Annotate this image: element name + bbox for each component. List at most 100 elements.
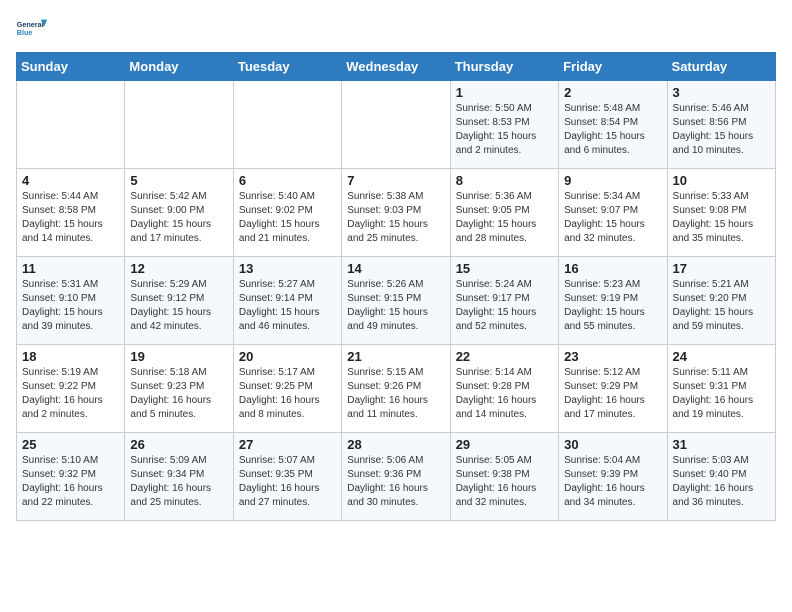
day-number: 22 bbox=[456, 349, 553, 364]
day-info: Sunrise: 5:48 AM Sunset: 8:54 PM Dayligh… bbox=[564, 102, 661, 158]
day-cell: 30 Sunrise: 5:04 AM Sunset: 9:39 PM Dayli… bbox=[559, 433, 667, 521]
day-info: Sunrise: 5:50 AM Sunset: 8:53 PM Dayligh… bbox=[456, 102, 553, 158]
day-cell: 1 Sunrise: 5:50 AM Sunset: 8:53 PM Daylig… bbox=[450, 81, 558, 169]
day-info: Sunrise: 5:46 AM Sunset: 8:56 PM Dayligh… bbox=[673, 102, 770, 158]
day-number: 23 bbox=[564, 349, 661, 364]
day-cell: 18 Sunrise: 5:19 AM Sunset: 9:22 PM Dayli… bbox=[17, 345, 125, 433]
day-info: Sunrise: 5:17 AM Sunset: 9:25 PM Dayligh… bbox=[239, 366, 336, 422]
day-number: 14 bbox=[347, 261, 444, 276]
week-row-1: 1 Sunrise: 5:50 AM Sunset: 8:53 PM Daylig… bbox=[17, 81, 776, 169]
day-cell: 12 Sunrise: 5:29 AM Sunset: 9:12 PM Dayli… bbox=[125, 257, 233, 345]
day-cell: 13 Sunrise: 5:27 AM Sunset: 9:14 PM Dayli… bbox=[233, 257, 341, 345]
day-cell: 4Sunrise: 5:44 AM Sunset: 8:58 PM Daylig… bbox=[17, 169, 125, 257]
day-info: Sunrise: 5:14 AM Sunset: 9:28 PM Dayligh… bbox=[456, 366, 553, 422]
day-cell: 28 Sunrise: 5:06 AM Sunset: 9:36 PM Dayli… bbox=[342, 433, 450, 521]
day-cell bbox=[125, 81, 233, 169]
day-number: 7 bbox=[347, 173, 444, 188]
day-cell: 6 Sunrise: 5:40 AM Sunset: 9:02 PM Daylig… bbox=[233, 169, 341, 257]
week-row-4: 18 Sunrise: 5:19 AM Sunset: 9:22 PM Dayli… bbox=[17, 345, 776, 433]
day-cell: 19Sunrise: 5:18 AM Sunset: 9:23 PM Dayli… bbox=[125, 345, 233, 433]
day-info: Sunrise: 5:23 AM Sunset: 9:19 PM Dayligh… bbox=[564, 278, 661, 334]
day-cell: 7Sunrise: 5:38 AM Sunset: 9:03 PM Daylig… bbox=[342, 169, 450, 257]
day-cell: 9Sunrise: 5:34 AM Sunset: 9:07 PM Daylig… bbox=[559, 169, 667, 257]
day-number: 12 bbox=[130, 261, 227, 276]
day-info: Sunrise: 5:07 AM Sunset: 9:35 PM Dayligh… bbox=[239, 454, 336, 510]
day-info: Sunrise: 5:04 AM Sunset: 9:39 PM Dayligh… bbox=[564, 454, 661, 510]
day-info: Sunrise: 5:15 AM Sunset: 9:26 PM Dayligh… bbox=[347, 366, 444, 422]
day-cell: 21 Sunrise: 5:15 AM Sunset: 9:26 PM Dayli… bbox=[342, 345, 450, 433]
day-cell: 10Sunrise: 5:33 AM Sunset: 9:08 PM Dayli… bbox=[667, 169, 775, 257]
header: GeneralBlue bbox=[16, 16, 776, 44]
day-number: 18 bbox=[22, 349, 119, 364]
svg-text:Blue: Blue bbox=[17, 28, 33, 37]
day-cell: 22 Sunrise: 5:14 AM Sunset: 9:28 PM Dayli… bbox=[450, 345, 558, 433]
header-day-saturday: Saturday bbox=[667, 53, 775, 81]
header-row: SundayMondayTuesdayWednesdayThursdayFrid… bbox=[17, 53, 776, 81]
day-number: 27 bbox=[239, 437, 336, 452]
day-number: 28 bbox=[347, 437, 444, 452]
day-cell: 8 Sunrise: 5:36 AM Sunset: 9:05 PM Daylig… bbox=[450, 169, 558, 257]
day-info: Sunrise: 5:40 AM Sunset: 9:02 PM Dayligh… bbox=[239, 190, 336, 246]
header-day-thursday: Thursday bbox=[450, 53, 558, 81]
day-cell: 2 Sunrise: 5:48 AM Sunset: 8:54 PM Daylig… bbox=[559, 81, 667, 169]
day-number: 8 bbox=[456, 173, 553, 188]
day-cell: 16Sunrise: 5:23 AM Sunset: 9:19 PM Dayli… bbox=[559, 257, 667, 345]
header-day-sunday: Sunday bbox=[17, 53, 125, 81]
logo-icon: GeneralBlue bbox=[16, 16, 48, 44]
day-info: Sunrise: 5:42 AM Sunset: 9:00 PM Dayligh… bbox=[130, 190, 227, 246]
day-cell: 20 Sunrise: 5:17 AM Sunset: 9:25 PM Dayli… bbox=[233, 345, 341, 433]
day-number: 20 bbox=[239, 349, 336, 364]
day-number: 5 bbox=[130, 173, 227, 188]
day-cell: 25 Sunrise: 5:10 AM Sunset: 9:32 PM Dayli… bbox=[17, 433, 125, 521]
day-cell: 11Sunrise: 5:31 AM Sunset: 9:10 PM Dayli… bbox=[17, 257, 125, 345]
day-info: Sunrise: 5:09 AM Sunset: 9:34 PM Dayligh… bbox=[130, 454, 227, 510]
day-cell: 3 Sunrise: 5:46 AM Sunset: 8:56 PM Daylig… bbox=[667, 81, 775, 169]
day-cell: 15 Sunrise: 5:24 AM Sunset: 9:17 PM Dayli… bbox=[450, 257, 558, 345]
day-number: 26 bbox=[130, 437, 227, 452]
day-number: 30 bbox=[564, 437, 661, 452]
day-number: 11 bbox=[22, 261, 119, 276]
day-info: Sunrise: 5:29 AM Sunset: 9:12 PM Dayligh… bbox=[130, 278, 227, 334]
day-number: 10 bbox=[673, 173, 770, 188]
day-info: Sunrise: 5:36 AM Sunset: 9:05 PM Dayligh… bbox=[456, 190, 553, 246]
day-info: Sunrise: 5:10 AM Sunset: 9:32 PM Dayligh… bbox=[22, 454, 119, 510]
day-cell: 23 Sunrise: 5:12 AM Sunset: 9:29 PM Dayli… bbox=[559, 345, 667, 433]
day-number: 25 bbox=[22, 437, 119, 452]
day-number: 13 bbox=[239, 261, 336, 276]
day-cell: 26 Sunrise: 5:09 AM Sunset: 9:34 PM Dayli… bbox=[125, 433, 233, 521]
day-cell bbox=[17, 81, 125, 169]
day-number: 17 bbox=[673, 261, 770, 276]
day-number: 19 bbox=[130, 349, 227, 364]
day-number: 4 bbox=[22, 173, 119, 188]
day-info: Sunrise: 5:19 AM Sunset: 9:22 PM Dayligh… bbox=[22, 366, 119, 422]
day-info: Sunrise: 5:26 AM Sunset: 9:15 PM Dayligh… bbox=[347, 278, 444, 334]
day-number: 1 bbox=[456, 85, 553, 100]
day-cell: 31Sunrise: 5:03 AM Sunset: 9:40 PM Dayli… bbox=[667, 433, 775, 521]
day-number: 6 bbox=[239, 173, 336, 188]
day-info: Sunrise: 5:34 AM Sunset: 9:07 PM Dayligh… bbox=[564, 190, 661, 246]
day-cell bbox=[233, 81, 341, 169]
day-cell: 27 Sunrise: 5:07 AM Sunset: 9:35 PM Dayli… bbox=[233, 433, 341, 521]
day-number: 31 bbox=[673, 437, 770, 452]
day-cell bbox=[342, 81, 450, 169]
day-number: 2 bbox=[564, 85, 661, 100]
day-number: 15 bbox=[456, 261, 553, 276]
header-day-monday: Monday bbox=[125, 53, 233, 81]
day-info: Sunrise: 5:12 AM Sunset: 9:29 PM Dayligh… bbox=[564, 366, 661, 422]
day-cell: 29Sunrise: 5:05 AM Sunset: 9:38 PM Dayli… bbox=[450, 433, 558, 521]
calendar-table: SundayMondayTuesdayWednesdayThursdayFrid… bbox=[16, 52, 776, 521]
day-number: 21 bbox=[347, 349, 444, 364]
header-day-wednesday: Wednesday bbox=[342, 53, 450, 81]
header-day-friday: Friday bbox=[559, 53, 667, 81]
day-number: 3 bbox=[673, 85, 770, 100]
day-cell: 24Sunrise: 5:11 AM Sunset: 9:31 PM Dayli… bbox=[667, 345, 775, 433]
week-row-3: 11Sunrise: 5:31 AM Sunset: 9:10 PM Dayli… bbox=[17, 257, 776, 345]
day-info: Sunrise: 5:27 AM Sunset: 9:14 PM Dayligh… bbox=[239, 278, 336, 334]
header-day-tuesday: Tuesday bbox=[233, 53, 341, 81]
calendar-header: SundayMondayTuesdayWednesdayThursdayFrid… bbox=[17, 53, 776, 81]
week-row-2: 4Sunrise: 5:44 AM Sunset: 8:58 PM Daylig… bbox=[17, 169, 776, 257]
day-info: Sunrise: 5:24 AM Sunset: 9:17 PM Dayligh… bbox=[456, 278, 553, 334]
day-info: Sunrise: 5:06 AM Sunset: 9:36 PM Dayligh… bbox=[347, 454, 444, 510]
week-row-5: 25 Sunrise: 5:10 AM Sunset: 9:32 PM Dayli… bbox=[17, 433, 776, 521]
day-info: Sunrise: 5:11 AM Sunset: 9:31 PM Dayligh… bbox=[673, 366, 770, 422]
